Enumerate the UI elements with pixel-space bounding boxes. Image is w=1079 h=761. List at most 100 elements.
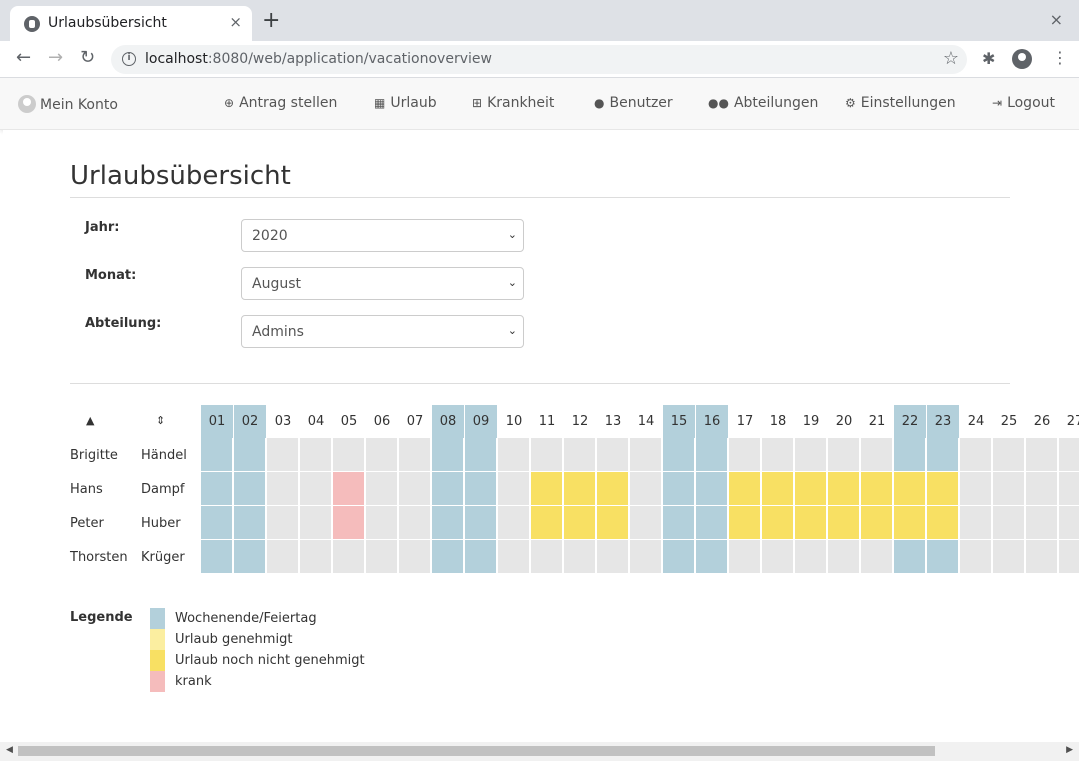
- reload-icon[interactable]: ↻: [80, 47, 95, 68]
- month-label: Monat:: [85, 268, 137, 283]
- legend-label: Urlaub genehmigt: [175, 632, 293, 647]
- bookmark-star-icon[interactable]: ☆: [943, 48, 959, 69]
- legend-title: Legende: [70, 610, 133, 625]
- browser-menu-icon[interactable]: ⋮: [1052, 49, 1068, 67]
- day-cell: [498, 506, 530, 540]
- day-cell: [828, 506, 860, 540]
- browser-tabstrip: Urlaubsübersicht × + ×: [0, 0, 1079, 41]
- day-cell: [1059, 438, 1079, 472]
- back-arrow-icon[interactable]: ←: [16, 47, 31, 68]
- forward-arrow-icon[interactable]: →: [48, 47, 63, 68]
- day-cell: [630, 506, 662, 540]
- day-header-13: 13: [604, 414, 622, 429]
- day-cell: [1059, 472, 1079, 506]
- legend-swatch: [150, 650, 165, 671]
- day-cell: [1059, 506, 1079, 540]
- day-cell: [663, 540, 695, 574]
- day-header-22: 22: [894, 405, 926, 438]
- site-info-icon[interactable]: i: [122, 52, 136, 66]
- sort-first-name-icon[interactable]: ▲: [86, 414, 94, 427]
- last-name: Händel: [141, 448, 187, 463]
- day-cell: [267, 540, 299, 574]
- day-cell: [795, 472, 827, 506]
- day-cell: [399, 540, 431, 574]
- nav-users[interactable]: ● Benutzer: [594, 95, 673, 111]
- day-cell: [564, 438, 596, 472]
- window-close-icon[interactable]: ×: [1050, 10, 1063, 29]
- users-icon: ●●: [708, 96, 729, 110]
- day-header-25: 25: [1000, 414, 1018, 429]
- day-cell: [729, 506, 761, 540]
- nav-departments[interactable]: ●● Abteilungen: [708, 95, 818, 111]
- day-cell: [795, 438, 827, 472]
- day-cell: [729, 540, 761, 574]
- nav-new-request[interactable]: ⊕ Antrag stellen: [224, 95, 337, 111]
- day-cell: [432, 506, 464, 540]
- day-header-27: 27: [1066, 414, 1079, 429]
- day-cell: [399, 472, 431, 506]
- day-cell: [366, 540, 398, 574]
- day-cell: [564, 472, 596, 506]
- day-cell: [960, 540, 992, 574]
- day-cell: [696, 506, 728, 540]
- day-header-03: 03: [274, 414, 292, 429]
- day-header-21: 21: [868, 414, 886, 429]
- nav-my-account[interactable]: Mein Konto: [18, 95, 118, 113]
- day-cell: [531, 472, 563, 506]
- day-header-17: 17: [736, 414, 754, 429]
- last-name: Dampf: [141, 482, 185, 497]
- day-header-18: 18: [769, 414, 787, 429]
- favicon-icon: [24, 16, 40, 32]
- nav-sickness[interactable]: ⊞ Krankheit: [472, 95, 554, 111]
- day-cell: [597, 472, 629, 506]
- day-header-15: 15: [663, 405, 695, 438]
- day-cell: [1059, 540, 1079, 574]
- day-cell: [333, 540, 365, 574]
- address-bar[interactable]: i localhost:8080/web/application/vacatio…: [111, 45, 967, 74]
- day-cell: [201, 540, 233, 574]
- day-cell: [234, 438, 266, 472]
- chevron-down-icon: ⌄: [507, 276, 517, 289]
- day-cell: [498, 540, 530, 574]
- day-cell: [696, 540, 728, 574]
- day-cell: [498, 472, 530, 506]
- day-header-16: 16: [696, 405, 728, 438]
- day-cell: [861, 472, 893, 506]
- department-label: Abteilung:: [85, 316, 162, 331]
- app-navbar: Mein Konto ⊕ Antrag stellen ▦ Urlaub ⊞ Kran…: [0, 78, 1079, 130]
- tab-close-icon[interactable]: ×: [229, 13, 242, 31]
- nav-logout[interactable]: ⇥ Logout: [992, 95, 1055, 111]
- day-header-14: 14: [637, 414, 655, 429]
- nav-settings[interactable]: ⚙ Einstellungen: [845, 95, 956, 111]
- sort-last-name-icon[interactable]: ⇕: [156, 414, 165, 427]
- day-cell: [663, 506, 695, 540]
- day-cell: [894, 506, 926, 540]
- month-select[interactable]: August ⌄: [241, 267, 524, 300]
- divider: [70, 383, 1010, 384]
- day-cell: [762, 472, 794, 506]
- gear-icon: ⚙: [845, 96, 856, 110]
- nav-vacation[interactable]: ▦ Urlaub: [374, 95, 437, 111]
- chevron-down-icon: ⌄: [507, 324, 517, 337]
- day-header-08: 08: [432, 405, 464, 438]
- new-tab-icon[interactable]: +: [262, 9, 280, 33]
- day-cell: [531, 540, 563, 574]
- day-cell: [366, 438, 398, 472]
- day-cell: [828, 540, 860, 574]
- day-cell: [1026, 506, 1058, 540]
- day-cell: [993, 540, 1025, 574]
- year-label: Jahr:: [85, 220, 120, 235]
- day-cell: [597, 438, 629, 472]
- profile-avatar-icon[interactable]: [1012, 49, 1032, 69]
- day-header-01: 01: [201, 405, 233, 438]
- extensions-puzzle-icon[interactable]: ✱: [982, 49, 995, 68]
- year-select[interactable]: 2020 ⌄: [241, 219, 524, 252]
- day-cell: [564, 540, 596, 574]
- scrollbar-thumb[interactable]: [18, 746, 935, 756]
- department-select[interactable]: Admins ⌄: [241, 315, 524, 348]
- scroll-right-icon[interactable]: ▶: [1066, 745, 1073, 755]
- browser-tab[interactable]: Urlaubsübersicht ×: [10, 6, 252, 41]
- horizontal-scrollbar[interactable]: ◀ ▶: [0, 742, 1079, 761]
- scroll-left-icon[interactable]: ◀: [6, 745, 13, 755]
- day-cell: [696, 472, 728, 506]
